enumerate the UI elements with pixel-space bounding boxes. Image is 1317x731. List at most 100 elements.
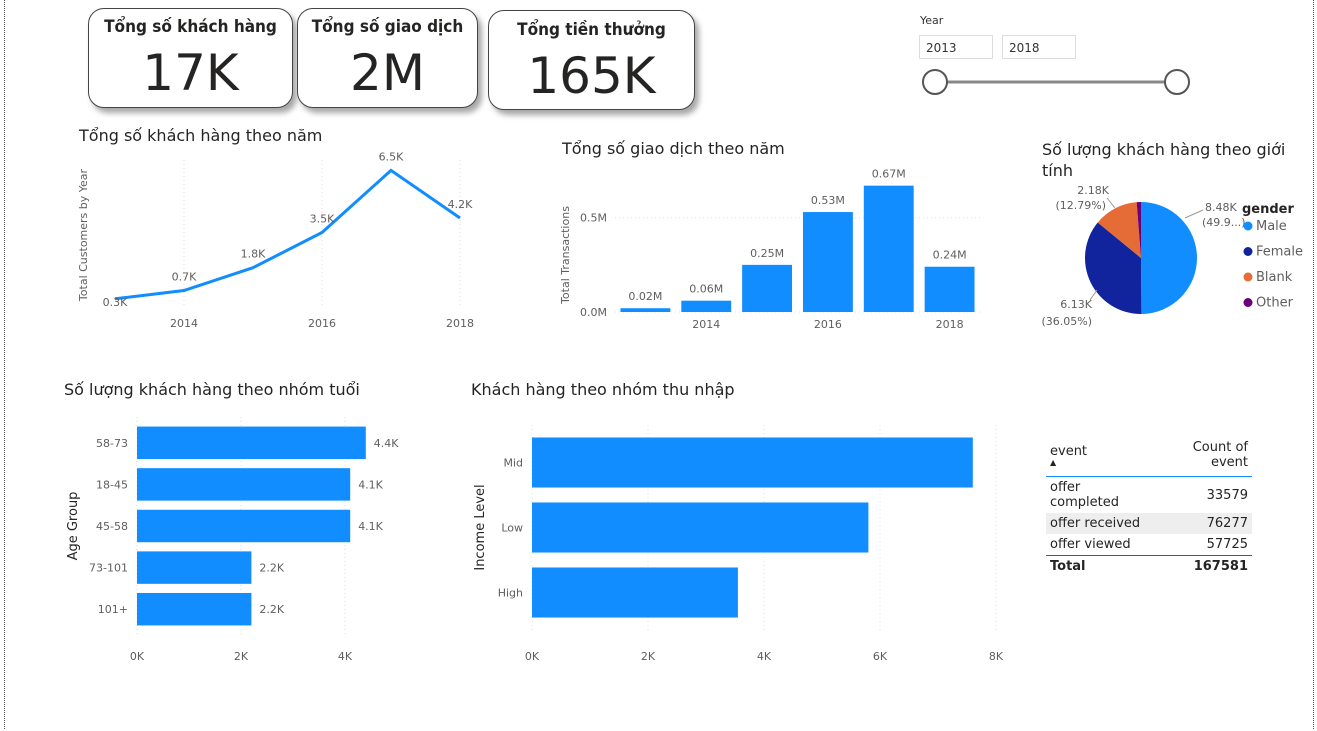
kpi-value: 17K: [142, 44, 239, 102]
kpi-card-rewards[interactable]: Tổng tiền thưởng 165K: [488, 10, 695, 110]
y-tick-label: 0.5M: [580, 212, 607, 225]
line-chart-title: Tổng số khách hàng theo năm: [79, 126, 323, 145]
slider-handle-end[interactable]: [1164, 69, 1190, 95]
data-label: 1.8K: [241, 248, 266, 261]
data-label: 2.18K: [1077, 184, 1109, 197]
column-header-event[interactable]: event ▲: [1046, 438, 1153, 477]
data-label: 4.4K: [374, 437, 399, 450]
bar: [137, 551, 252, 584]
bar: [620, 308, 671, 312]
data-label: 2.2K: [259, 562, 284, 575]
y-axis-title: Income Level: [473, 484, 488, 570]
column-header-count[interactable]: Count of event: [1152, 438, 1252, 477]
data-label: 6.5K: [379, 150, 404, 163]
table-total-row: Total 167581: [1046, 555, 1252, 577]
y-tick-label: 58-73: [96, 437, 128, 450]
x-tick-label: 2K: [234, 650, 249, 663]
gender-pie-chart[interactable]: 8.48K (49.9...) 6.13K (36.05%) 2.18K (12.79%)…: [1035, 180, 1305, 340]
data-label-pct: (49.9...): [1202, 216, 1246, 229]
bar-chart-title: Tổng số giao dịch theo năm: [562, 139, 785, 158]
event-table[interactable]: event ▲ Count of event offer completed 33…: [1046, 438, 1252, 577]
y-tick-label: Low: [501, 522, 523, 535]
data-label: 8.48K: [1205, 201, 1237, 214]
x-tick-label: 2018: [446, 317, 474, 330]
pie-chart-title: Số lượng khách hàng theo giới tính: [1042, 140, 1286, 180]
legend-label: Other: [1256, 296, 1294, 311]
slicer-end-input[interactable]: 2018: [1002, 35, 1076, 59]
y-tick-label: 45-58: [96, 520, 128, 533]
x-tick-label: 2016: [814, 318, 842, 331]
bar: [863, 185, 914, 312]
x-tick-label: 8K: [989, 650, 1004, 663]
y-tick-label: High: [498, 587, 523, 600]
income-chart-title: Khách hàng theo nhóm thu nhập: [471, 380, 735, 399]
bar: [137, 509, 351, 543]
kpi-value: 2M: [350, 44, 425, 102]
x-tick-label: 2014: [170, 317, 198, 330]
bar: [137, 426, 366, 460]
x-tick-label: 0K: [525, 650, 540, 663]
age-group-bar-chart[interactable]: 0K 2K 4K Age Group 58-73 4.4K 18-45 4.1K 45-58 4.…: [60, 410, 480, 670]
kpi-card-transactions[interactable]: Tổng số giao dịch 2M: [297, 8, 478, 108]
table-cell: 57725: [1206, 537, 1248, 552]
data-label-pct: (12.79%): [1055, 199, 1106, 212]
leader-line: [1106, 197, 1116, 209]
legend-marker: [1243, 221, 1253, 231]
x-tick-label: 4K: [757, 650, 772, 663]
data-label: 0.3K: [103, 296, 128, 309]
bar: [681, 300, 732, 312]
data-label: 0.53M: [811, 194, 845, 207]
data-label: 4.1K: [358, 520, 383, 533]
y-tick-label: 0.0M: [580, 306, 607, 319]
table-cell: 33579: [1206, 487, 1248, 503]
y-axis-title: Age Group: [66, 492, 81, 561]
data-label: 3.5K: [310, 213, 335, 226]
table-row[interactable]: offer received 76277: [1046, 513, 1252, 534]
y-tick-label: 73-101: [89, 562, 128, 575]
legend-marker: [1243, 247, 1253, 256]
pie-slice: [1141, 202, 1197, 314]
x-tick-label: 2K: [641, 650, 656, 663]
data-label: 6.13K: [1060, 298, 1092, 311]
customers-by-year-line-chart[interactable]: 2014 2016 2018 Total Customers by Year 0.3K 0…: [60, 150, 520, 350]
kpi-title: Tổng số khách hàng: [104, 17, 277, 37]
legend-title: gender: [1242, 202, 1295, 217]
kpi-card-customers[interactable]: Tổng số khách hàng 17K: [88, 8, 293, 108]
y-axis-title: Total Transactions: [559, 206, 572, 305]
legend-marker: [1243, 272, 1253, 282]
bar: [742, 264, 793, 312]
bar: [532, 502, 869, 553]
legend-label: Male: [1256, 219, 1287, 234]
data-label: 4.2K: [448, 198, 473, 211]
table-row[interactable]: offer viewed 57725: [1046, 534, 1252, 556]
kpi-title: Tổng số giao dịch: [311, 17, 464, 37]
table-cell: offer received: [1046, 513, 1153, 534]
y-tick-label: 18-45: [96, 478, 128, 491]
kpi-title: Tổng tiền thưởng: [517, 20, 666, 40]
y-axis-title: Total Customers by Year: [77, 168, 90, 302]
bar: [137, 468, 351, 501]
x-tick-label: 4K: [338, 650, 353, 663]
data-label: 0.06M: [689, 283, 723, 296]
bar: [924, 266, 975, 312]
sort-ascending-icon[interactable]: ▲: [1050, 458, 1149, 467]
table-row[interactable]: offer completed 33579: [1046, 477, 1252, 514]
table-cell: 76277: [1152, 513, 1252, 534]
slider-handle-start[interactable]: [922, 69, 948, 95]
income-level-bar-chart[interactable]: 0K 2K 4K 6K 8K Income Level Mid Low High: [465, 410, 1025, 670]
data-label: 0.25M: [750, 247, 784, 260]
kpi-value: 165K: [527, 47, 656, 105]
leader-line: [1184, 209, 1204, 219]
bar: [802, 212, 853, 312]
slicer-start-input[interactable]: 2013: [919, 35, 993, 59]
y-tick-label: 101+: [98, 603, 128, 616]
y-tick-label: Mid: [503, 457, 523, 470]
year-range-slider[interactable]: [915, 62, 1195, 102]
bar: [532, 567, 738, 618]
bar: [532, 437, 973, 488]
table-cell: offer viewed: [1050, 537, 1131, 552]
data-label: 0.67M: [872, 168, 906, 181]
data-label-pct: (36.05%): [1041, 315, 1092, 328]
transactions-by-year-bar-chart[interactable]: 0.0M 0.5M Total Transactions 0.02M 0.06M 2014…: [555, 160, 995, 360]
table-total-label: Total: [1046, 555, 1153, 577]
